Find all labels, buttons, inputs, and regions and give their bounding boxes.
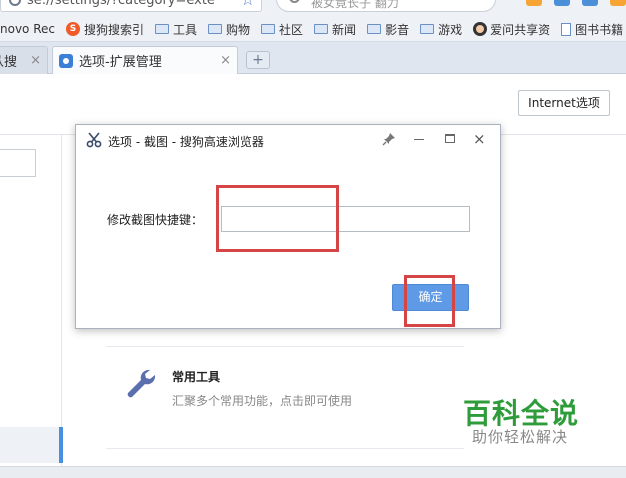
avatar-icon [473,22,488,36]
sidebar-search-input[interactable] [0,149,36,177]
annotation-box [216,185,339,252]
dialog-title: 选项 - 截图 - 搜狗高速浏览器 [108,135,264,149]
folder-icon [208,24,223,34]
bookmark-label: 游戏 [438,22,463,37]
folder-icon [314,24,329,34]
bookmark-item[interactable]: 图书书籍 [561,21,623,38]
annotation-box [404,275,455,327]
bookmark-folder[interactable]: 工具 [155,21,197,38]
bookmark-label: 图书书籍 [575,22,624,37]
close-icon[interactable]: × [30,53,41,68]
divider [106,448,464,449]
folder-icon [420,24,435,34]
tab-label: 选项-扩展管理 [79,55,162,70]
folder-icon [155,24,169,34]
scissors-icon [86,132,102,148]
watermark-subtitle: 助你轻松解决 [472,428,569,446]
shortcut-label: 修改截图快捷键： [107,213,204,227]
gear-icon [59,53,73,68]
tool-description: 汇聚多个常用功能，点击即可使用 [172,394,353,408]
bookmark-list: novo Rec S 搜狗搜索引 工具 购物 社区 新闻 影音 游戏 爱问共享资… [0,19,626,39]
bookmark-label: 搜狗搜索引 [83,22,144,37]
folder-icon [261,24,276,34]
bookmark-item[interactable]: 爱问共享资 [473,21,550,38]
bookmark-folder[interactable]: 游戏 [420,21,462,38]
shield-icon [9,0,21,6]
minimize-icon[interactable] [414,139,424,140]
bookmark-label: novo Rec [0,22,55,36]
shopping-icon[interactable] [526,0,542,6]
divider [106,346,464,347]
search-icon [289,0,300,3]
tab-extensions[interactable]: 选项-扩展管理 × [52,46,238,74]
bookmark-label: 新闻 [332,22,357,37]
dialog-titlebar[interactable]: 选项 - 截图 - 搜狗高速浏览器 × [76,125,500,155]
sidebar-item-selected[interactable] [0,427,63,463]
bookmark-label: 购物 [226,22,251,37]
bookmark-item[interactable]: novo Rec [0,22,55,36]
sogou-icon: S [65,22,80,36]
grid-icon[interactable] [582,0,598,6]
tool-title[interactable]: 常用工具 [172,368,220,385]
selection-indicator [59,427,63,463]
bookmark-item[interactable]: S 搜狗搜索引 [65,21,144,38]
key-icon[interactable] [610,0,626,6]
left-sidebar [0,135,63,478]
close-icon[interactable]: × [473,130,486,148]
document-icon [561,22,572,36]
tab-search[interactable]: 从搜 × [0,46,48,74]
search-placeholder: 被女竟长子 翻力 [311,0,399,10]
bookmark-label: 爱问共享资 [490,22,551,37]
address-text: se://settings/?category=exte [27,0,215,8]
close-icon[interactable]: × [220,53,231,68]
address-bar[interactable]: se://settings/?category=exte ☆ [0,0,262,12]
bookmark-label: 社区 [279,22,304,37]
star-icon[interactable]: ☆ [241,0,255,9]
bookmarks-bar: se://settings/?category=exte ☆ 被女竟长子 翻力 … [0,0,626,42]
internet-options-button[interactable]: Internet选项 [518,90,610,116]
bookmark-folder[interactable]: 购物 [208,21,250,38]
new-tab-button[interactable]: + [246,51,270,69]
bookmark-folder[interactable]: 社区 [261,21,303,38]
pin-icon[interactable] [382,132,396,146]
bookmark-label: 工具 [173,22,198,37]
maximize-icon[interactable] [445,134,455,143]
bookmark-folder[interactable]: 影音 [367,21,409,38]
folder-icon [367,24,382,34]
tab-strip: 从搜 × 选项-扩展管理 × + [0,42,626,74]
tab-label: 从搜 [0,55,18,70]
screenshot-icon[interactable] [554,0,570,6]
toolbar-icons [526,0,626,6]
search-box[interactable]: 被女竟长子 翻力 [276,0,496,12]
bookmark-folder[interactable]: 新闻 [314,21,356,38]
status-bar [0,466,626,478]
wrench-icon [127,369,156,398]
bookmark-label: 影音 [385,22,410,37]
